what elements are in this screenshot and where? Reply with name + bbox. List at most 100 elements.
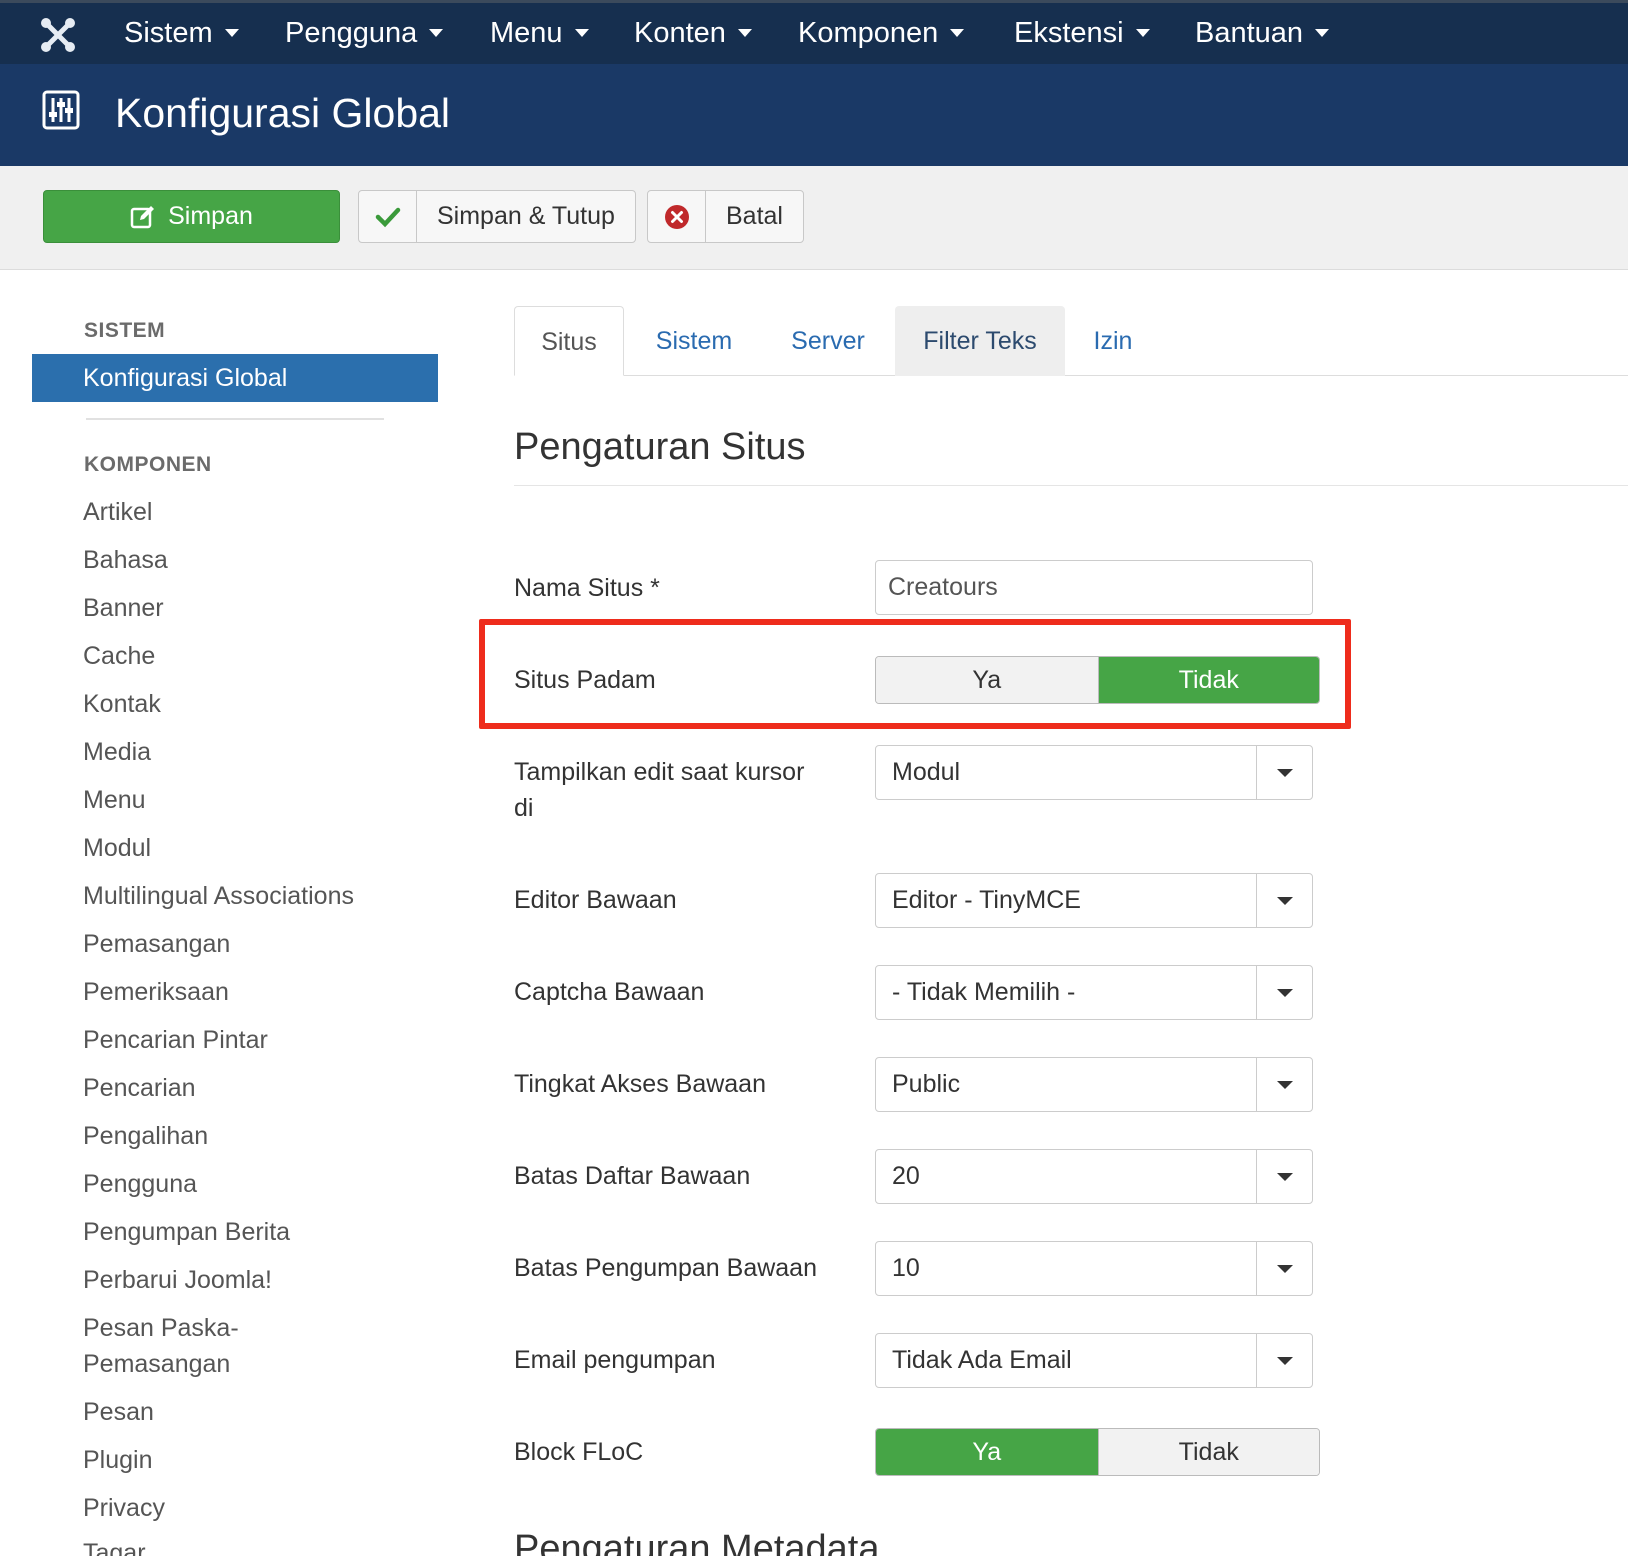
sidebar-item-banner[interactable]: Banner <box>83 590 164 626</box>
frontend-edit-select[interactable]: Modul <box>875 745 1313 800</box>
default-captcha-select[interactable]: - Tidak Memilih - <box>875 965 1313 1020</box>
save-close-button[interactable]: Simpan & Tutup <box>358 190 636 243</box>
save-close-label: Simpan & Tutup <box>437 202 615 230</box>
caret-down-icon <box>950 29 965 37</box>
feed-email-select[interactable]: Tidak Ada Email <box>875 1333 1313 1388</box>
default-editor-select[interactable]: Editor - TinyMCE <box>875 873 1313 928</box>
caret-down-icon <box>737 29 752 37</box>
sidebar-item-pesan-paska-line2[interactable]: Pemasangan <box>83 1346 230 1382</box>
nav-komponen[interactable]: Komponen <box>798 17 965 50</box>
metadata-section-title: Pengaturan Metadata <box>514 1528 880 1556</box>
sidebar-item-privacy[interactable]: Privacy <box>83 1490 165 1526</box>
caret-down-icon <box>574 29 589 37</box>
select-value: Editor - TinyMCE <box>892 886 1081 914</box>
cancel-circle-icon <box>648 191 706 242</box>
tab-izin[interactable]: Izin <box>1080 306 1146 376</box>
nav-label: Konten <box>634 17 726 49</box>
section-title: Pengaturan Situs <box>514 426 806 468</box>
default-editor-label: Editor Bawaan <box>514 886 677 914</box>
caret-down-icon <box>429 29 444 37</box>
nav-label: Pengguna <box>285 17 418 49</box>
nav-ekstensi[interactable]: Ekstensi <box>1014 17 1150 50</box>
nav-menu[interactable]: Menu <box>490 17 589 50</box>
nav-label: Bantuan <box>1195 17 1304 49</box>
save-button[interactable]: Simpan <box>43 190 340 243</box>
block-floc-yes-option[interactable]: Ya <box>876 1429 1098 1475</box>
nav-sistem[interactable]: Sistem <box>124 17 239 50</box>
block-floc-label: Block FLoC <box>514 1438 644 1466</box>
site-name-input[interactable] <box>875 560 1313 615</box>
block-floc-toggle: Ya Tidak <box>875 1428 1320 1476</box>
default-access-label: Tingkat Akses Bawaan <box>514 1070 766 1098</box>
dropdown-arrow-icon <box>1256 1150 1312 1203</box>
feed-limit-select[interactable]: 10 <box>875 1241 1313 1296</box>
list-limit-select[interactable]: 20 <box>875 1149 1313 1204</box>
list-limit-label: Batas Daftar Bawaan <box>514 1162 751 1190</box>
sidebar-item-konfigurasi-global[interactable]: Konfigurasi Global <box>32 354 438 402</box>
site-offline-yes-option[interactable]: Ya <box>876 657 1098 703</box>
sidebar-item-pengumpan-berita[interactable]: Pengumpan Berita <box>83 1214 290 1250</box>
default-captcha-label: Captcha Bawaan <box>514 978 705 1006</box>
site-offline-label: Situs Padam <box>514 666 656 694</box>
sidebar-item-tagar[interactable]: Tagar <box>83 1535 146 1556</box>
check-icon <box>359 191 417 242</box>
feed-email-label: Email pengumpan <box>514 1346 716 1374</box>
frontend-edit-label-line2: di <box>514 794 534 822</box>
section-divider <box>514 485 1628 486</box>
sidebar-item-cache[interactable]: Cache <box>83 638 155 674</box>
caret-down-icon <box>1135 29 1150 37</box>
dropdown-arrow-icon <box>1256 966 1312 1019</box>
nav-label: Komponen <box>798 17 939 49</box>
select-value: 20 <box>892 1162 920 1190</box>
toolbar: Simpan Simpan & Tutup Batal <box>0 166 1628 270</box>
page-title: Konfigurasi Global <box>115 90 451 136</box>
tab-filter-teks[interactable]: Filter Teks <box>895 306 1065 376</box>
sidebar-item-pemeriksaan[interactable]: Pemeriksaan <box>83 974 229 1010</box>
sidebar-item-artikel[interactable]: Artikel <box>83 494 152 530</box>
select-value: Tidak Ada Email <box>892 1346 1072 1374</box>
sidebar-item-menu[interactable]: Menu <box>83 782 146 818</box>
frontend-edit-label-line1: Tampilkan edit saat kursor <box>514 758 805 786</box>
sidebar-item-pemasangan[interactable]: Pemasangan <box>83 926 230 962</box>
select-value: Public <box>892 1070 961 1098</box>
nav-pengguna[interactable]: Pengguna <box>285 17 444 50</box>
dropdown-arrow-icon <box>1256 874 1312 927</box>
select-value: Modul <box>892 758 961 786</box>
feed-limit-label: Batas Pengumpan Bawaan <box>514 1254 817 1282</box>
block-floc-no-option[interactable]: Tidak <box>1097 1429 1319 1475</box>
joomla-logo-icon[interactable] <box>40 17 76 53</box>
tab-sistem[interactable]: Sistem <box>632 306 756 376</box>
cancel-label: Batal <box>726 202 783 230</box>
caret-down-icon <box>1315 29 1330 37</box>
sidebar-item-pencarian[interactable]: Pencarian <box>83 1070 196 1106</box>
default-access-select[interactable]: Public <box>875 1057 1313 1112</box>
sidebar-item-perbarui-joomla[interactable]: Perbarui Joomla! <box>83 1262 272 1298</box>
nav-bantuan[interactable]: Bantuan <box>1195 17 1330 50</box>
sidebar-item-bahasa[interactable]: Bahasa <box>83 542 168 578</box>
caret-down-icon <box>224 29 239 37</box>
dropdown-arrow-icon <box>1256 746 1312 799</box>
sidebar-item-media[interactable]: Media <box>83 734 151 770</box>
nav-label: Ekstensi <box>1014 17 1124 49</box>
sidebar-item-kontak[interactable]: Kontak <box>83 686 161 722</box>
nav-konten[interactable]: Konten <box>634 17 752 50</box>
dropdown-arrow-icon <box>1256 1242 1312 1295</box>
sidebar-item-pesan-paska-line1[interactable]: Pesan Paska- <box>83 1310 239 1346</box>
tab-server[interactable]: Server <box>770 306 886 376</box>
sidebar-item-pengguna[interactable]: Pengguna <box>83 1166 197 1202</box>
sidebar-heading-komponen: KOMPONEN <box>84 453 212 476</box>
tab-situs[interactable]: Situs <box>514 306 624 376</box>
frontend-edit-label: Tampilkan edit saat kursor di <box>514 754 804 826</box>
site-offline-no-option[interactable]: Tidak <box>1097 657 1319 703</box>
sidebar-item-multilingual-associations[interactable]: Multilingual Associations <box>83 878 354 914</box>
sidebar-item-plugin[interactable]: Plugin <box>83 1442 153 1478</box>
edit-icon <box>130 205 155 228</box>
sidebar-item-modul[interactable]: Modul <box>83 830 151 866</box>
dropdown-arrow-icon <box>1256 1334 1312 1387</box>
sidebar-item-pesan[interactable]: Pesan <box>83 1394 154 1430</box>
equalizer-icon <box>42 90 80 130</box>
sidebar-item-pencarian-pintar[interactable]: Pencarian Pintar <box>83 1022 268 1058</box>
sidebar-item-pengalihan[interactable]: Pengalihan <box>83 1118 208 1154</box>
cancel-button[interactable]: Batal <box>647 190 804 243</box>
page-header: Konfigurasi Global <box>0 64 1628 166</box>
